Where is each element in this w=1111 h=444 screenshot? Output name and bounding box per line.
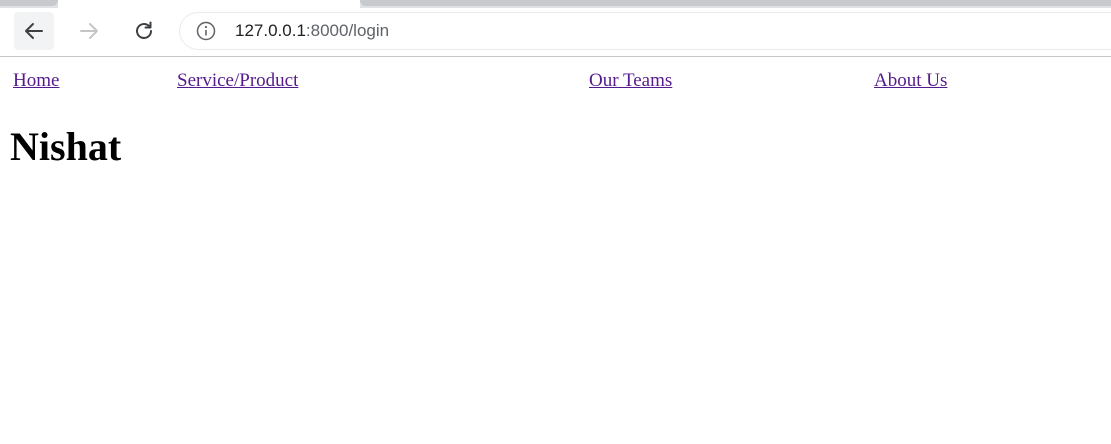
url-host: 127.0.0.1 (235, 21, 306, 40)
url-path: :8000/login (305, 21, 390, 40)
info-icon[interactable] (196, 21, 216, 41)
nav-link-about-us[interactable]: About Us (874, 70, 947, 92)
address-bar[interactable]: 127.0.0.1:8000/login (180, 13, 1111, 49)
browser-toolbar: 127.0.0.1:8000/login (0, 8, 1111, 57)
forward-button[interactable] (69, 12, 109, 50)
arrow-left-icon (25, 23, 43, 39)
inactive-tab-right[interactable] (360, 0, 1111, 6)
active-tab[interactable] (58, 0, 360, 8)
nav-link-home[interactable]: Home (13, 70, 59, 92)
url-text[interactable]: 127.0.0.1:8000/login (235, 21, 389, 41)
arrow-right-icon (80, 23, 98, 39)
nav-link-our-teams[interactable]: Our Teams (589, 70, 672, 92)
inactive-tab-left[interactable] (0, 0, 58, 6)
nav-link-service-product[interactable]: Service/Product (177, 70, 298, 92)
reload-icon (136, 21, 152, 39)
reload-button[interactable] (124, 12, 164, 50)
page-heading: Nishat (10, 124, 122, 169)
back-button[interactable] (14, 12, 54, 50)
